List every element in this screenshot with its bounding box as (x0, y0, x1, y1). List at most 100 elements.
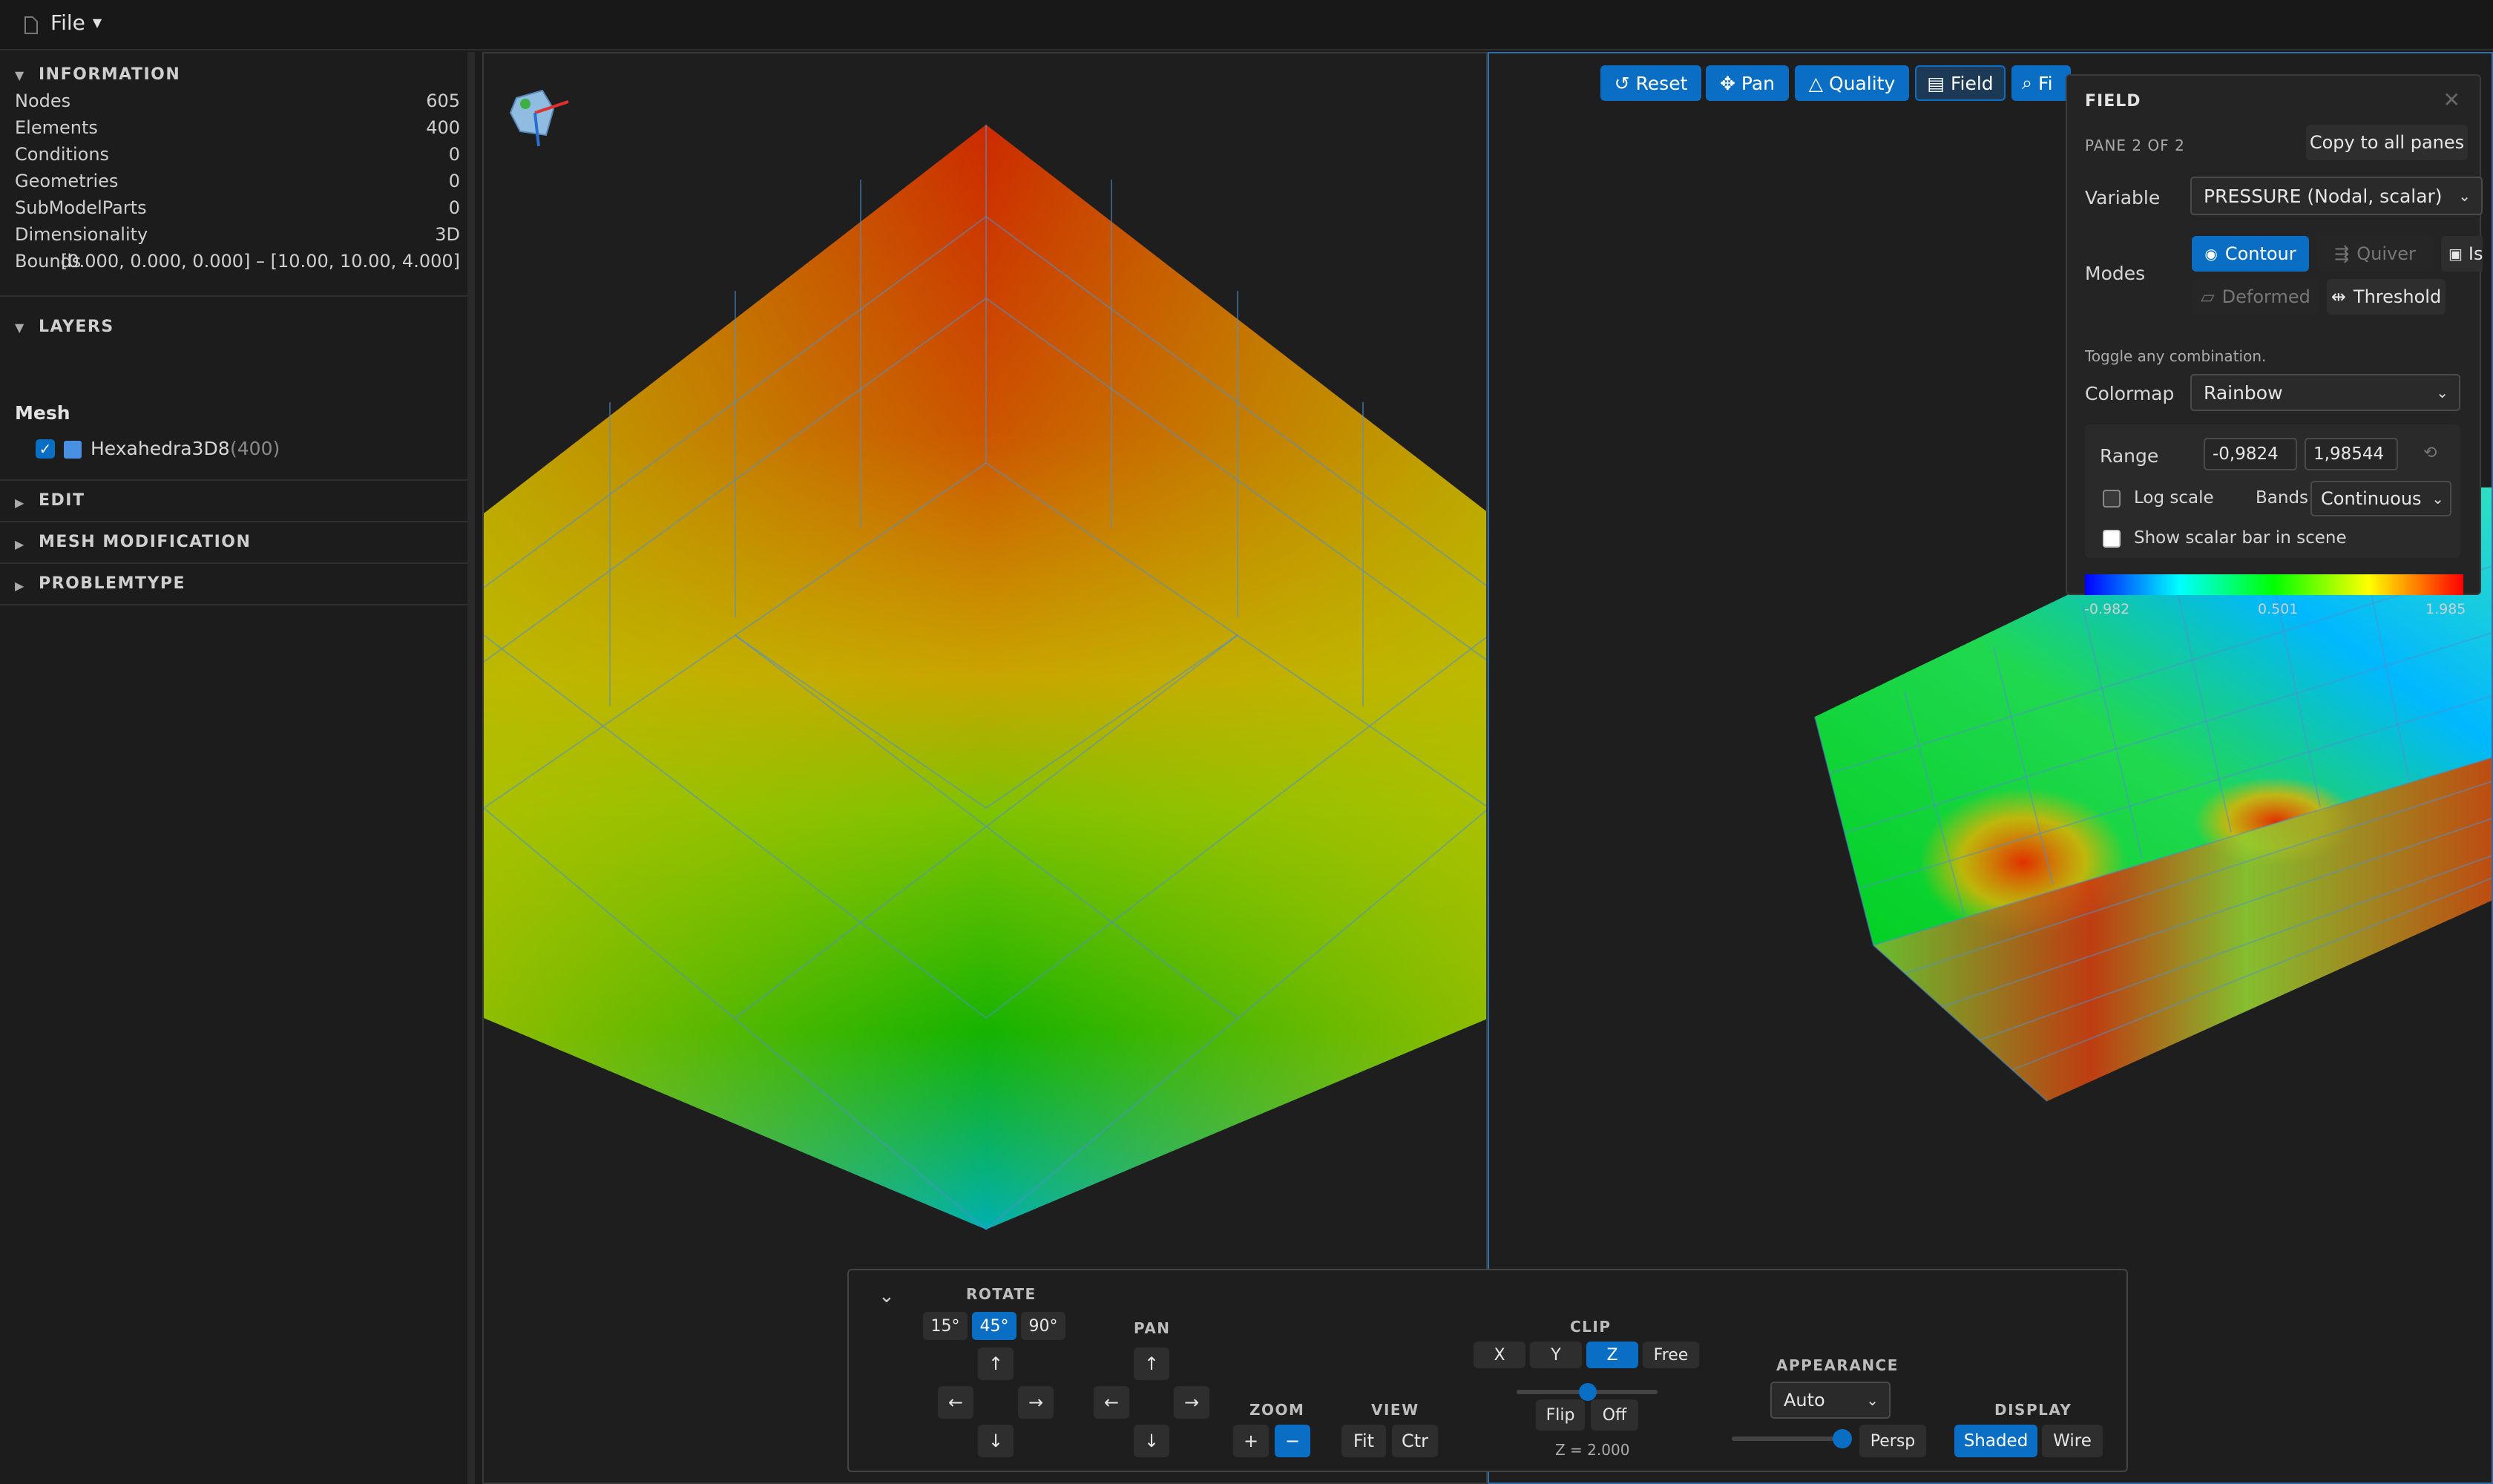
range-box: Range -0,9824 1,98544 ⟲ Log scale Bands … (2085, 424, 2460, 558)
reset-button[interactable]: ↺ Reset (1600, 65, 1701, 101)
rotate-step-15[interactable]: 15° (923, 1312, 968, 1340)
quality-button[interactable]: △ Quality (1795, 65, 1909, 101)
appearance-slider[interactable] (1732, 1429, 1852, 1448)
info-value: [0.000, 0.000, 0.000] – [10.00, 10.00, 4… (61, 251, 460, 272)
edit-section[interactable]: ▶ EDIT (0, 481, 467, 522)
clip-axis-x[interactable]: X (1474, 1342, 1525, 1368)
clip-off-button[interactable]: Off (1591, 1399, 1638, 1431)
mode-threshold-button[interactable]: ⇹ Threshold (2327, 279, 2446, 315)
mode-deformed-label: Deformed (2221, 286, 2310, 307)
info-label: Dimensionality (15, 224, 148, 245)
pan-up-button[interactable]: ↑ (1134, 1347, 1169, 1380)
view-controls-panel: ⌄ ROTATE 15° 45° 90° ↑ ← → ↓ PAN ↑ ← → ↓… (847, 1269, 2128, 1472)
field-button[interactable]: ▤ Field (1915, 65, 2006, 101)
colormap-select[interactable]: Rainbow ⌄ (2190, 374, 2460, 411)
pan-title: PAN (1134, 1319, 1171, 1337)
reset-label: Reset (1635, 72, 1688, 94)
variable-select[interactable]: PRESSURE (Nodal, scalar) ⌄ (2190, 177, 2483, 215)
pan-down-button[interactable]: ↓ (1134, 1425, 1169, 1457)
information-section: ▼ INFORMATION Nodes 605 Elements 400 Condi… (0, 52, 467, 297)
scale-mid-label: 0.501 (2258, 601, 2299, 617)
information-title: INFORMATION (39, 65, 181, 84)
field-label: Field (1950, 72, 1994, 94)
info-row-bounds: Bounds [0.000, 0.000, 0.000] – [10.00, 10… (15, 251, 460, 272)
search-icon: ⌕ (2022, 72, 2033, 93)
pan-left-button[interactable]: ← (1094, 1386, 1129, 1419)
bands-select[interactable]: Continuous ⌄ (2310, 481, 2451, 516)
problemtype-section[interactable]: ▶ PROBLEMTYPE (0, 564, 467, 605)
log-scale-label: Log scale (2134, 488, 2214, 508)
scale-max-label: 1.985 (2425, 601, 2466, 617)
mode-contour-button[interactable]: ◉ Contour (2192, 236, 2309, 272)
layer-color-swatch[interactable] (64, 441, 82, 459)
rotate-title: ROTATE (966, 1285, 1037, 1303)
zoom-in-button[interactable]: + (1233, 1425, 1269, 1457)
log-scale-checkbox[interactable] (2103, 490, 2121, 508)
rotate-step-45[interactable]: 45° (972, 1312, 1016, 1340)
pane-indicator: PANE 2 OF 2 (2085, 137, 2185, 154)
rotate-left-button[interactable]: ← (938, 1386, 973, 1419)
bands-label: Bands (2256, 488, 2309, 508)
rotate-step-90[interactable]: 90° (1021, 1312, 1065, 1340)
clip-slider-thumb[interactable] (1579, 1383, 1597, 1401)
clip-axis-z[interactable]: Z (1586, 1342, 1638, 1368)
range-label: Range (2100, 445, 2159, 467)
quality-label: Quality (1828, 72, 1896, 94)
display-title: DISPLAY (1994, 1401, 2072, 1419)
clip-flip-button[interactable]: Flip (1536, 1399, 1585, 1431)
zoom-title: ZOOM (1249, 1401, 1305, 1419)
layers-header[interactable]: ▼ LAYERS (0, 313, 467, 343)
chevron-down-icon: ▼ (15, 68, 24, 82)
image-icon: ▣ (2448, 245, 2463, 263)
reset-range-icon[interactable]: ⟲ (2423, 444, 2437, 462)
find-button[interactable]: ⌕ Fi (2011, 65, 2071, 101)
reset-icon: ↺ (1614, 72, 1630, 94)
fit-button[interactable]: Fit (1341, 1425, 1386, 1457)
range-min-input[interactable]: -0,9824 (2204, 438, 2297, 470)
pan-right-button[interactable]: → (1174, 1386, 1209, 1419)
pan-button[interactable]: ✥ Pan (1706, 65, 1789, 101)
colormap-bar (2085, 574, 2463, 595)
arrows-icon: ⇶ (2334, 243, 2350, 264)
file-menu[interactable]: File ▼ (50, 10, 102, 35)
mode-iso-button[interactable]: ▣ Is (2441, 236, 2483, 272)
collapse-chevron-icon[interactable]: ⌄ (878, 1285, 895, 1307)
clip-axis-y[interactable]: Y (1530, 1342, 1582, 1368)
copy-to-all-panes-button[interactable]: Copy to all panes (2306, 125, 2468, 160)
close-icon[interactable]: ✕ (2443, 88, 2460, 112)
rotate-up-button[interactable]: ↑ (978, 1347, 1014, 1380)
info-row-conditions: Conditions 0 (15, 144, 460, 165)
shaded-button[interactable]: Shaded (1954, 1425, 2037, 1457)
mode-quiver-button[interactable]: ⇶ Quiver (2316, 236, 2434, 272)
clip-slider[interactable] (1517, 1383, 1658, 1401)
field-panel: FIELD ✕ PANE 2 OF 2 Copy to all panes Va… (2066, 74, 2483, 595)
layer-item-hexahedra[interactable]: ✓ Hexahedra3D8 (400) (34, 436, 450, 463)
center-button[interactable]: Ctr (1392, 1425, 1438, 1457)
mode-deformed-button[interactable]: ▱ Deformed (2192, 279, 2319, 315)
perspective-button[interactable]: Persp (1859, 1425, 1926, 1457)
appearance-select[interactable]: Auto ⌄ (1770, 1382, 1891, 1419)
info-label: Geometries (15, 171, 119, 191)
axis-gizmo-icon[interactable] (502, 76, 576, 150)
info-row-geometries: Geometries 0 (15, 171, 460, 191)
variable-label: Variable (2085, 187, 2161, 209)
mode-threshold-label: Threshold (2353, 286, 2442, 307)
clip-axis-free[interactable]: Free (1643, 1342, 1699, 1368)
layer-visibility-checkbox[interactable]: ✓ (36, 439, 55, 459)
information-header[interactable]: ▼ INFORMATION (0, 61, 467, 91)
range-max-input[interactable]: 1,98544 (2305, 438, 2398, 470)
view-title: VIEW (1371, 1401, 1419, 1419)
rotate-down-button[interactable]: ↓ (978, 1425, 1014, 1457)
file-icon (24, 16, 38, 34)
appearance-value: Auto (1784, 1390, 1825, 1411)
rotate-right-button[interactable]: → (1018, 1386, 1054, 1419)
layers-section: ▼ LAYERS Mesh ✓ Hexahedra3D8 (400) (0, 297, 467, 481)
appearance-slider-thumb[interactable] (1833, 1429, 1852, 1448)
clip-title: CLIP (1570, 1318, 1612, 1336)
zoom-out-button[interactable]: − (1275, 1425, 1310, 1457)
mesh-modification-section[interactable]: ▶ MESH MODIFICATION (0, 522, 467, 564)
layer-item-label: Hexahedra3D8 (91, 438, 230, 459)
layers-title: LAYERS (39, 318, 114, 336)
scalar-bar-checkbox[interactable] (2103, 530, 2121, 548)
wire-button[interactable]: Wire (2042, 1425, 2103, 1457)
